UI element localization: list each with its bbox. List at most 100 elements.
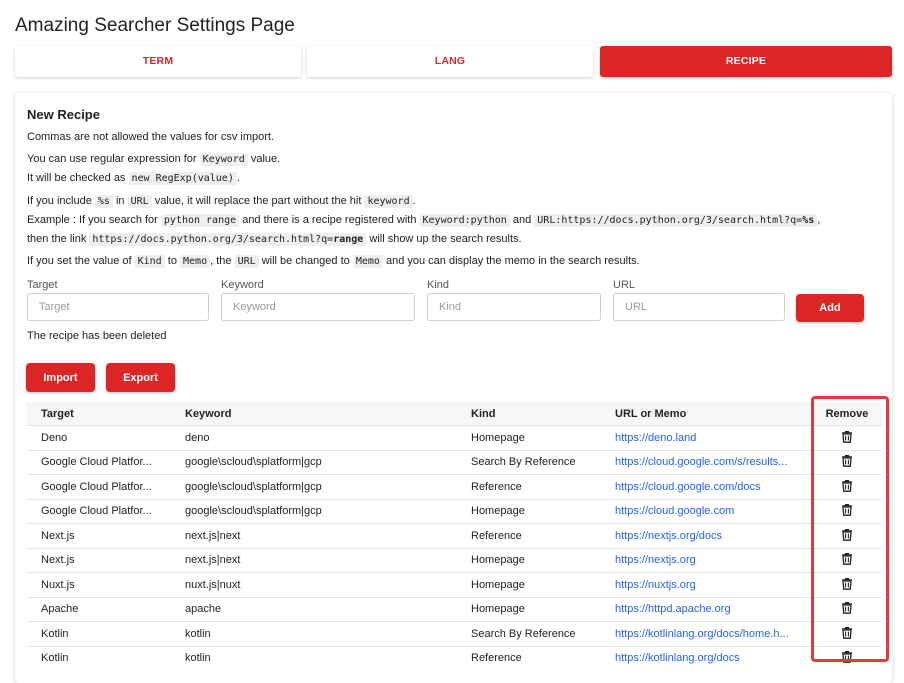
- url-label: URL: [613, 279, 636, 291]
- table-row: Kotlin kotlin Search By Reference https://k…: [27, 621, 882, 646]
- trash-icon[interactable]: [841, 479, 853, 495]
- cell-keyword: kotlin: [171, 645, 457, 670]
- cell-remove: [812, 449, 882, 475]
- cell-kind: Homepage: [457, 498, 601, 524]
- cell-url-link[interactable]: https://kotlinlang.org/docs: [601, 645, 812, 670]
- url-input[interactable]: [613, 293, 785, 321]
- status-message: The recipe has been deleted: [27, 330, 167, 342]
- cell-url-link[interactable]: https://kotlinlang.org/docs/home.h...: [601, 621, 812, 646]
- cell-remove: [812, 523, 882, 548]
- cell-remove: [812, 547, 882, 573]
- page-title: Amazing Searcher Settings Page: [15, 15, 295, 36]
- table-row: Apache apache Homepage https://httpd.apache…: [27, 596, 882, 622]
- table-row: Google Cloud Platfor... google\scloud\spl…: [27, 474, 882, 499]
- cell-kind: Reference: [457, 645, 601, 670]
- export-button[interactable]: Export: [106, 363, 175, 392]
- cell-url-link[interactable]: https://nuxtjs.org: [601, 572, 812, 597]
- cell-url-link[interactable]: https://cloud.google.com/docs: [601, 474, 812, 499]
- cell-keyword: google\scloud\splatform|gcp: [171, 449, 457, 475]
- add-button[interactable]: Add: [796, 294, 864, 322]
- recipe-panel: New Recipe Commas are not allowed the va…: [15, 93, 892, 683]
- cell-kind: Reference: [457, 474, 601, 499]
- target-label: Target: [27, 279, 58, 291]
- cell-target: Google Cloud Platfor...: [27, 498, 171, 524]
- target-input[interactable]: [27, 293, 209, 321]
- trash-icon[interactable]: [841, 430, 853, 446]
- cell-url-link[interactable]: https://httpd.apache.org: [601, 596, 812, 622]
- cell-target: Google Cloud Platfor...: [27, 474, 171, 499]
- trash-icon[interactable]: [841, 577, 853, 593]
- cell-target: Kotlin: [27, 621, 171, 646]
- cell-url-link[interactable]: https://deno.land: [601, 425, 812, 450]
- cell-kind: Search By Reference: [457, 621, 601, 646]
- keyword-label: Keyword: [221, 279, 264, 291]
- table-row: Next.js next.js|next Reference https://next…: [27, 523, 882, 548]
- cell-kind: Homepage: [457, 572, 601, 597]
- cell-kind: Homepage: [457, 547, 601, 573]
- cell-remove: [812, 645, 882, 670]
- cell-target: Apache: [27, 596, 171, 622]
- cell-target: Next.js: [27, 547, 171, 573]
- header-url: URL or Memo: [615, 407, 687, 420]
- cell-remove: [812, 425, 882, 450]
- cell-remove: [812, 596, 882, 622]
- tab-bar: TERM LANG RECIPE: [15, 46, 892, 77]
- cell-target: Kotlin: [27, 645, 171, 670]
- cell-remove: [812, 474, 882, 499]
- trash-icon[interactable]: [841, 626, 853, 642]
- table-row: Google Cloud Platfor... google\scloud\spl…: [27, 498, 882, 524]
- tab-term[interactable]: TERM: [15, 46, 301, 77]
- trash-icon[interactable]: [841, 454, 853, 470]
- cell-keyword: next.js|next: [171, 523, 457, 548]
- cell-remove: [812, 498, 882, 524]
- trash-icon[interactable]: [841, 650, 853, 666]
- table-row: Nuxt.js nuxt.js|nuxt Homepage https://nuxtj…: [27, 572, 882, 597]
- table-row: Deno deno Homepage https://deno.land: [27, 425, 882, 450]
- import-button[interactable]: Import: [26, 363, 95, 392]
- header-remove: Remove: [825, 407, 869, 420]
- cell-url-link[interactable]: https://cloud.google.com: [601, 498, 812, 524]
- header-kind: Kind: [471, 407, 496, 420]
- tab-lang[interactable]: LANG: [307, 46, 593, 77]
- cell-url-link[interactable]: https://cloud.google.com/s/results...: [601, 449, 812, 475]
- cell-keyword: apache: [171, 596, 457, 622]
- header-keyword: Keyword: [185, 407, 232, 420]
- url-note: If you include %s in URL value, it will …: [27, 195, 821, 246]
- kind-input[interactable]: [427, 293, 601, 321]
- cell-remove: [812, 572, 882, 597]
- trash-icon[interactable]: [841, 552, 853, 568]
- section-title: New Recipe: [27, 107, 100, 122]
- memo-note: If you set the value of Kind to Memo, th…: [27, 255, 640, 268]
- cell-keyword: nuxt.js|nuxt: [171, 572, 457, 597]
- table-row: Next.js next.js|next Homepage https://nextj…: [27, 547, 882, 573]
- cell-url-link[interactable]: https://nextjs.org: [601, 547, 812, 573]
- trash-icon[interactable]: [841, 503, 853, 519]
- code-regexp: new RegExp(value): [128, 172, 237, 185]
- cell-target: Nuxt.js: [27, 572, 171, 597]
- trash-icon[interactable]: [841, 601, 853, 617]
- cell-keyword: next.js|next: [171, 547, 457, 573]
- kind-label: Kind: [427, 279, 450, 291]
- cell-kind: Homepage: [457, 596, 601, 622]
- cell-url-link[interactable]: https://nextjs.org/docs: [601, 523, 812, 548]
- table-row: Kotlin kotlin Reference https://kotlinlang.…: [27, 645, 882, 670]
- csv-note: Commas are not allowed the values for cs…: [27, 131, 274, 143]
- cell-keyword: deno: [171, 425, 457, 450]
- cell-target: Google Cloud Platfor...: [27, 449, 171, 475]
- cell-kind: Reference: [457, 523, 601, 548]
- cell-kind: Homepage: [457, 425, 601, 450]
- cell-keyword: google\scloud\splatform|gcp: [171, 498, 457, 524]
- regex-note: You can use regular expression for Keywo…: [27, 153, 281, 185]
- cell-keyword: kotlin: [171, 621, 457, 646]
- tab-recipe[interactable]: RECIPE: [600, 46, 892, 77]
- cell-target: Next.js: [27, 523, 171, 548]
- cell-keyword: google\scloud\splatform|gcp: [171, 474, 457, 499]
- cell-target: Deno: [27, 425, 171, 450]
- code-keyword: Keyword: [199, 153, 248, 166]
- trash-icon[interactable]: [841, 528, 853, 544]
- keyword-input[interactable]: [221, 293, 415, 321]
- table-row: Google Cloud Platfor... google\scloud\spl…: [27, 449, 882, 475]
- table-header-row: Target Keyword Kind URL or Memo Remove: [27, 402, 882, 426]
- header-target: Target: [41, 407, 74, 420]
- cell-kind: Search By Reference: [457, 449, 601, 475]
